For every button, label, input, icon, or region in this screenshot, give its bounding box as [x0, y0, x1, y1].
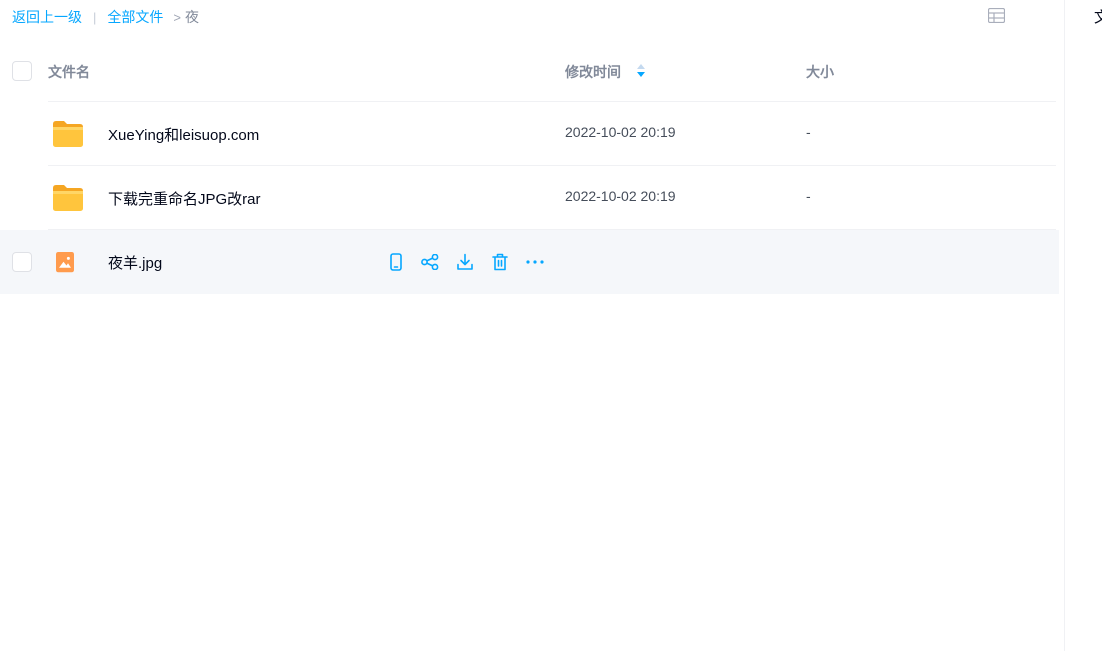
folder-icon	[53, 185, 83, 211]
file-size: -	[806, 124, 811, 140]
sort-icon[interactable]	[636, 63, 646, 78]
file-row[interactable]: 下载完重命名JPG改rar 2022-10-02 20:19 -	[0, 166, 1059, 230]
detail-panel-title: 文	[1094, 6, 1102, 27]
share-icon[interactable]	[420, 252, 440, 272]
file-modified-time: 2022-10-02 20:19	[565, 188, 676, 204]
breadcrumb: 返回上一级 | 全部文件 > 夜	[12, 7, 199, 27]
file-row[interactable]: 夜羊.jpg	[0, 230, 1059, 294]
folder-icon	[53, 121, 83, 147]
column-header-size[interactable]: 大小	[806, 62, 834, 82]
row-checkbox[interactable]	[12, 252, 32, 272]
file-name[interactable]: XueYing和leisuop.com	[108, 124, 259, 145]
breadcrumb-arrow: >	[173, 9, 181, 25]
select-all-checkbox[interactable]	[12, 61, 32, 81]
file-list-header: 文件名 修改时间 大小	[0, 40, 1056, 102]
breadcrumb-separator: |	[93, 9, 97, 25]
file-modified-time: 2022-10-02 20:19	[565, 124, 676, 140]
more-icon[interactable]	[525, 252, 545, 272]
download-icon[interactable]	[455, 252, 475, 272]
file-size: -	[806, 188, 811, 204]
image-file-icon	[56, 252, 74, 273]
phone-icon[interactable]	[386, 252, 406, 272]
file-row[interactable]: XueYing和leisuop.com 2022-10-02 20:19 -	[0, 102, 1059, 166]
column-header-name[interactable]: 文件名	[48, 62, 90, 82]
back-link[interactable]: 返回上一级	[12, 7, 82, 27]
file-name[interactable]: 下载完重命名JPG改rar	[108, 188, 261, 209]
breadcrumb-current-folder: 夜	[184, 9, 199, 25]
trash-icon[interactable]	[490, 252, 510, 272]
all-files-link[interactable]: 全部文件	[107, 7, 163, 27]
column-header-modified[interactable]: 修改时间	[565, 62, 621, 82]
grid-view-icon[interactable]	[988, 8, 1005, 23]
file-name[interactable]: 夜羊.jpg	[108, 252, 162, 273]
file-list-panel: 返回上一级 | 全部文件 > 夜 文件名 修改时间 大小 XueYing和lei…	[0, 0, 1064, 651]
detail-panel: 文	[1064, 0, 1102, 651]
